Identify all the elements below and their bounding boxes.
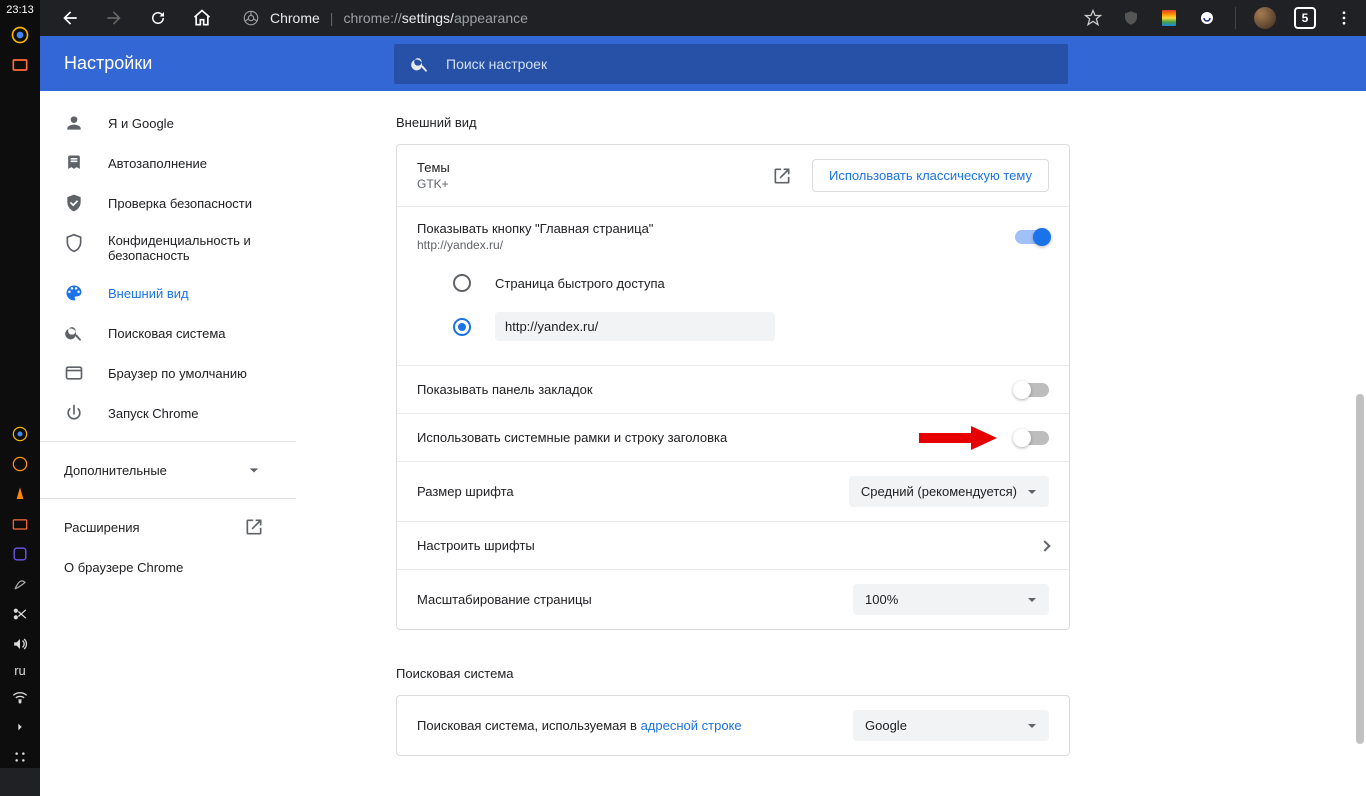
- ublock-ext-icon[interactable]: [1121, 8, 1141, 28]
- font-size-row: Размер шрифта Средний (рекомендуется): [397, 461, 1069, 521]
- chrome-tray-icon[interactable]: [9, 423, 31, 445]
- settings-sidebar: Я и Google Автозаполнение Проверка безоп…: [40, 91, 296, 796]
- settings-title: Настройки: [40, 53, 394, 74]
- settings-main: Внешний вид Темы GTK+ Использовать класс…: [296, 91, 1366, 796]
- sidebar-item-you-and-google[interactable]: Я и Google: [40, 103, 288, 143]
- search-engine-row: Поисковая система, используемая в адресн…: [397, 696, 1069, 755]
- sidebar-item-about[interactable]: О браузере Chrome: [40, 547, 288, 587]
- sidebar-item-autofill[interactable]: Автозаполнение: [40, 143, 288, 183]
- home-url-input[interactable]: http://yandex.ru/: [495, 312, 775, 341]
- wifi-tray-icon[interactable]: [9, 686, 31, 708]
- forward-button[interactable]: [96, 0, 132, 36]
- sidebar-item-extensions[interactable]: Расширения: [40, 507, 288, 547]
- expand-tray-icon[interactable]: [9, 716, 31, 738]
- system-frame-row: Использовать системные рамки и строку за…: [397, 413, 1069, 461]
- settings-header: Настройки: [40, 36, 1366, 91]
- search-icon: [410, 54, 430, 74]
- font-size-select[interactable]: Средний (рекомендуется): [849, 476, 1049, 507]
- chrome-toolbar: Chrome | chrome://settings/appearance 5: [40, 0, 1366, 36]
- open-external-icon: [244, 517, 264, 537]
- custom-fonts-row[interactable]: Настроить шрифты: [397, 521, 1069, 569]
- appearance-section-title: Внешний вид: [396, 115, 1070, 130]
- sidebar-item-appearance[interactable]: Внешний вид: [40, 273, 288, 313]
- keyboard-layout-indicator[interactable]: ru: [14, 663, 26, 678]
- radio-new-tab-page[interactable]: [453, 274, 471, 292]
- tab-count-badge[interactable]: 5: [1294, 7, 1316, 29]
- chrome-page-icon: [242, 9, 260, 27]
- address-bar[interactable]: Chrome | chrome://settings/appearance: [228, 9, 1075, 27]
- settings-search-input[interactable]: [446, 56, 1052, 72]
- os-clock: 23:13: [6, 4, 34, 16]
- ext-color-icon[interactable]: [1159, 8, 1179, 28]
- volume-tray-icon[interactable]: [9, 633, 31, 655]
- settings-page: Настройки Я и Google Автозаполнение: [40, 36, 1366, 796]
- vlc-tray-icon[interactable]: [9, 483, 31, 505]
- annotation-arrow: [917, 424, 997, 452]
- search-engine-select[interactable]: Google: [853, 710, 1049, 741]
- profile-avatar[interactable]: [1254, 7, 1276, 29]
- app-tray-icon[interactable]: [9, 543, 31, 565]
- appearance-card: Темы GTK+ Использовать классическую тему…: [396, 144, 1070, 630]
- sidebar-item-on-startup[interactable]: Запуск Chrome: [40, 393, 288, 433]
- ext-circle-icon[interactable]: [1197, 8, 1217, 28]
- sidebar-item-default-browser[interactable]: Браузер по умолчанию: [40, 353, 288, 393]
- os-taskbar: 23:13 ru: [0, 0, 40, 768]
- scissors-tray-icon[interactable]: [9, 603, 31, 625]
- browser-window: Chrome | chrome://settings/appearance 5: [40, 0, 1366, 768]
- bookmarks-bar-toggle[interactable]: [1015, 383, 1049, 397]
- themes-row[interactable]: Темы GTK+ Использовать классическую тему: [397, 145, 1069, 206]
- page-zoom-row: Масштабирование страницы 100%: [397, 569, 1069, 629]
- system-frame-toggle[interactable]: [1015, 431, 1049, 445]
- home-button-toggle[interactable]: [1015, 230, 1049, 244]
- home-button[interactable]: [184, 0, 220, 36]
- home-button-row: Показывать кнопку "Главная страница" htt…: [397, 206, 1069, 365]
- star-bookmark-icon[interactable]: [1083, 8, 1103, 28]
- sidebar-item-advanced[interactable]: Дополнительные: [40, 450, 288, 490]
- sidebar-item-privacy[interactable]: Конфиденциальность и безопасность: [40, 223, 288, 273]
- chevron-right-icon: [1039, 540, 1050, 551]
- chrome-app-icon[interactable]: [9, 24, 31, 46]
- chevron-down-icon: [244, 460, 264, 480]
- page-zoom-select[interactable]: 100%: [853, 584, 1049, 615]
- apps-tray-icon[interactable]: [9, 746, 31, 768]
- sidebar-item-safety-check[interactable]: Проверка безопасности: [40, 183, 288, 223]
- back-button[interactable]: [52, 0, 88, 36]
- scrollbar[interactable]: [1352, 84, 1366, 796]
- settings-search-box[interactable]: [394, 44, 1068, 84]
- use-classic-theme-button[interactable]: Использовать классическую тему: [812, 159, 1049, 192]
- address-bar-link[interactable]: адресной строке: [641, 718, 742, 733]
- firefox-tray-icon[interactable]: [9, 453, 31, 475]
- reload-button[interactable]: [140, 0, 176, 36]
- files-app-icon[interactable]: [9, 54, 31, 76]
- radio-custom-url[interactable]: [453, 318, 471, 336]
- kebab-menu-icon[interactable]: [1334, 8, 1354, 28]
- address-app-label: Chrome: [270, 10, 320, 26]
- folder-tray-icon[interactable]: [9, 513, 31, 535]
- address-url: chrome://settings/appearance: [343, 10, 527, 26]
- search-engine-card: Поисковая система, используемая в адресн…: [396, 695, 1070, 756]
- leaf-tray-icon[interactable]: [9, 573, 31, 595]
- sidebar-item-search-engine[interactable]: Поисковая система: [40, 313, 288, 353]
- search-engine-section-title: Поисковая система: [396, 666, 1070, 681]
- bookmarks-bar-row: Показывать панель закладок: [397, 365, 1069, 413]
- open-external-icon: [772, 166, 792, 186]
